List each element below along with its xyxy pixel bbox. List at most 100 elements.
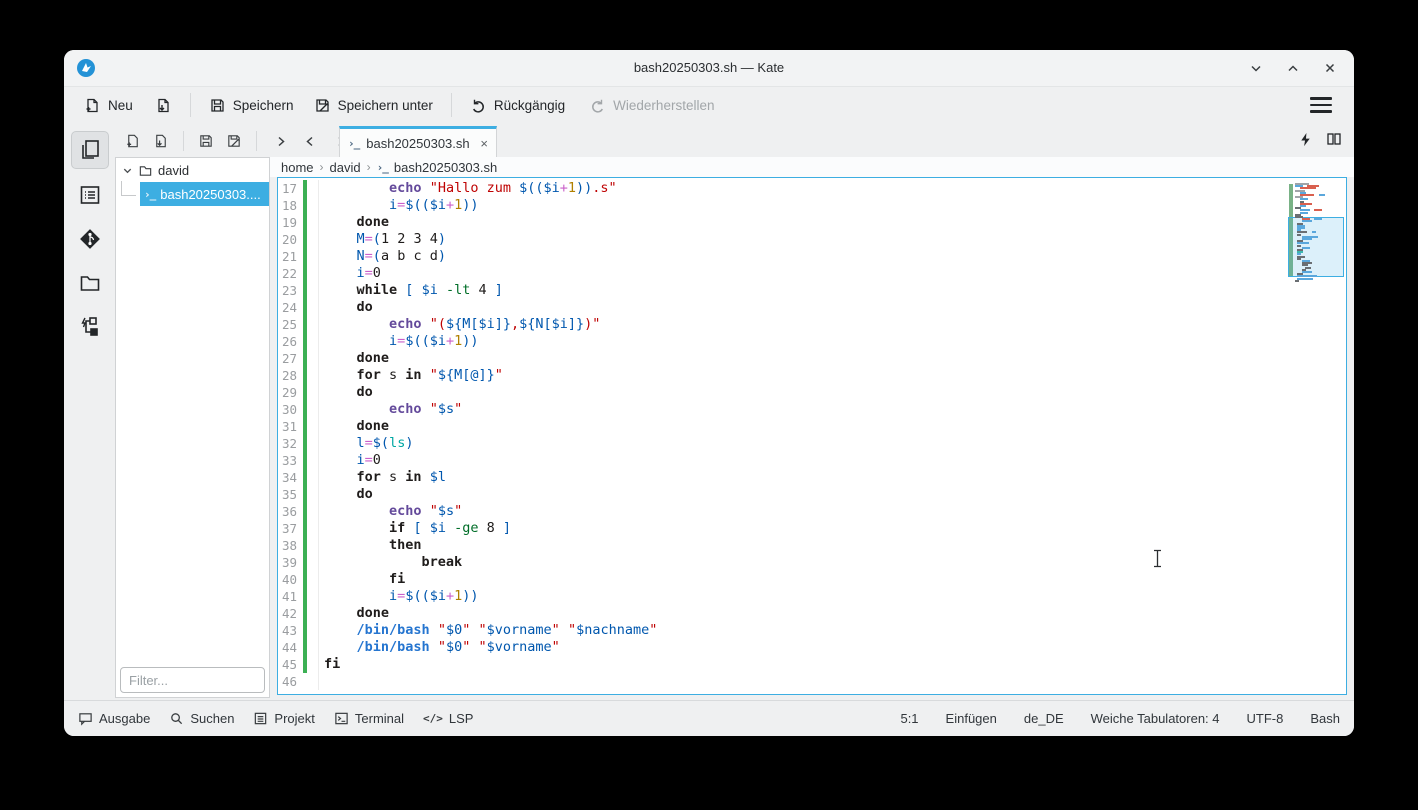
line-number: 26	[278, 333, 297, 350]
sidebar-item-outline[interactable]	[71, 176, 109, 214]
sidebar-item-external-tools[interactable]	[71, 307, 109, 345]
new-button-label: Neu	[108, 98, 133, 113]
breadcrumb-david[interactable]: david	[330, 160, 361, 175]
code-line[interactable]: 22 i=0	[278, 265, 1346, 282]
code-line[interactable]: 37 if [ $i -ge 8 ]	[278, 520, 1346, 537]
insert-mode[interactable]: Einfügen	[946, 711, 997, 726]
code-line[interactable]: 25 echo "(${M[$i]},${N[$i]})"	[278, 316, 1346, 333]
menu-button[interactable]	[1310, 97, 1332, 113]
statusbar-terminal-toggle[interactable]: Terminal	[334, 711, 404, 726]
filter-input[interactable]	[120, 667, 265, 693]
statusbar-lsp-toggle[interactable]: </> LSP	[423, 711, 473, 726]
code-line[interactable]: 24 do	[278, 299, 1346, 316]
code-token: ]	[503, 520, 511, 536]
code-line[interactable]: 40 fi	[278, 571, 1346, 588]
titlebar[interactable]: bash20250303.sh — Kate	[64, 50, 1354, 87]
text-editor[interactable]: 17 echo "Hallo zum $(($i+1)).s"18 i=$(($…	[277, 177, 1347, 695]
code-line[interactable]: 36 echo "$s"	[278, 503, 1346, 520]
open-button[interactable]	[149, 93, 178, 118]
chevron-right-icon[interactable]	[271, 132, 289, 150]
code-token: done	[357, 214, 390, 230]
code-text: l=$(ls)	[318, 435, 1346, 452]
quick-open-lightning-icon[interactable]	[1298, 132, 1313, 147]
code-line[interactable]: 20 M=(1 2 3 4)	[278, 231, 1346, 248]
code-line[interactable]: 41 i=$(($i+1))	[278, 588, 1346, 605]
line-number: 29	[278, 384, 297, 401]
statusbar-output-toggle[interactable]: Ausgabe	[78, 711, 150, 726]
code-area[interactable]: 17 echo "Hallo zum $(($i+1)).s"18 i=$(($…	[278, 180, 1346, 690]
tree-item-david[interactable]: david	[116, 158, 269, 182]
new-button[interactable]: Neu	[78, 93, 139, 118]
scrollbar-minimap[interactable]	[1288, 179, 1345, 289]
code-line[interactable]: 32 l=$(ls)	[278, 435, 1346, 452]
new-document-icon[interactable]	[125, 133, 141, 149]
code-line[interactable]: 46	[278, 673, 1346, 690]
code-line[interactable]: 29 do	[278, 384, 1346, 401]
save-as-button[interactable]: Speichern unter	[308, 93, 439, 118]
code-line[interactable]: 43 /bin/bash "$0" "$vorname" "$nachname"	[278, 622, 1346, 639]
code-line[interactable]: 45fi	[278, 656, 1346, 673]
code-line[interactable]: 42 done	[278, 605, 1346, 622]
dictionary[interactable]: de_DE	[1024, 711, 1064, 726]
code-line[interactable]: 34 for s in $l	[278, 469, 1346, 486]
code-line[interactable]: 30 echo "$s"	[278, 401, 1346, 418]
code-line[interactable]: 23 while [ $i -lt 4 ]	[278, 282, 1346, 299]
open-document-icon[interactable]	[153, 133, 169, 149]
breadcrumb-home[interactable]: home	[281, 160, 314, 175]
kate-window: bash20250303.sh — Kate Neu Speichern Spe…	[64, 50, 1354, 736]
code-token: (	[373, 248, 381, 264]
maximize-icon[interactable]	[1281, 56, 1305, 80]
modified-line-marker	[303, 231, 307, 248]
previous-tab-icon[interactable]	[301, 132, 319, 150]
breadcrumb-file[interactable]: bash20250303.sh	[394, 160, 497, 175]
minimap-viewport[interactable]	[1288, 217, 1344, 277]
cursor-position[interactable]: 5:1	[900, 711, 918, 726]
terminal-file-icon: ›_	[377, 161, 388, 174]
code-line[interactable]: 18 i=$(($i+1))	[278, 197, 1346, 214]
statusbar-project-toggle[interactable]: Projekt	[253, 711, 314, 726]
save-icon	[209, 97, 226, 114]
syntax-mode[interactable]: Bash	[1310, 711, 1340, 726]
tab-mode[interactable]: Weiche Tabulatoren: 4	[1091, 711, 1220, 726]
tab-bash20250303[interactable]: ›_ bash20250303.sh ×	[339, 126, 497, 157]
split-view-icon[interactable]	[1326, 131, 1342, 147]
code-token	[324, 350, 357, 366]
save-icon[interactable]	[198, 133, 214, 149]
encoding[interactable]: UTF-8	[1247, 711, 1284, 726]
code-line[interactable]: 26 i=$(($i+1))	[278, 333, 1346, 350]
code-token	[324, 384, 357, 400]
code-line[interactable]: 31 done	[278, 418, 1346, 435]
code-token	[324, 265, 357, 281]
minimize-icon[interactable]	[1244, 56, 1268, 80]
code-line[interactable]: 39 break	[278, 554, 1346, 571]
tab-close-icon[interactable]: ×	[480, 136, 488, 151]
sidebar-item-documents[interactable]	[71, 131, 109, 169]
sidebar-item-filesystem[interactable]	[71, 264, 109, 302]
code-token: while	[357, 282, 398, 298]
new-document-icon	[84, 97, 101, 114]
code-token: )"	[584, 316, 600, 332]
redo-button[interactable]: Wiederherstellen	[583, 93, 720, 118]
undo-button[interactable]: Rückgängig	[464, 93, 571, 118]
code-text: done	[318, 605, 1346, 622]
minimap-mark	[1297, 278, 1313, 280]
save-button[interactable]: Speichern	[203, 93, 300, 118]
code-token: (	[373, 231, 381, 247]
code-line[interactable]: 44 /bin/bash "$0" "$vorname"	[278, 639, 1346, 656]
close-icon[interactable]	[1318, 56, 1342, 80]
modified-line-marker	[303, 435, 307, 452]
statusbar-search-toggle[interactable]: Suchen	[169, 711, 234, 726]
code-token: +	[446, 197, 454, 213]
code-line[interactable]: 19 done	[278, 214, 1346, 231]
code-line[interactable]: 28 for s in "${M[@]}"	[278, 367, 1346, 384]
code-line[interactable]: 21 N=(a b c d)	[278, 248, 1346, 265]
code-line[interactable]: 17 echo "Hallo zum $(($i+1)).s"	[278, 180, 1346, 197]
save-as-icon[interactable]	[226, 133, 242, 149]
code-line[interactable]: 27 done	[278, 350, 1346, 367]
code-line[interactable]: 35 do	[278, 486, 1346, 503]
tree-item-bash20250303[interactable]: ›_ bash20250303....	[140, 182, 269, 206]
code-line[interactable]: 33 i=0	[278, 452, 1346, 469]
code-token	[422, 367, 430, 383]
sidebar-item-git[interactable]	[71, 220, 109, 258]
code-line[interactable]: 38 then	[278, 537, 1346, 554]
